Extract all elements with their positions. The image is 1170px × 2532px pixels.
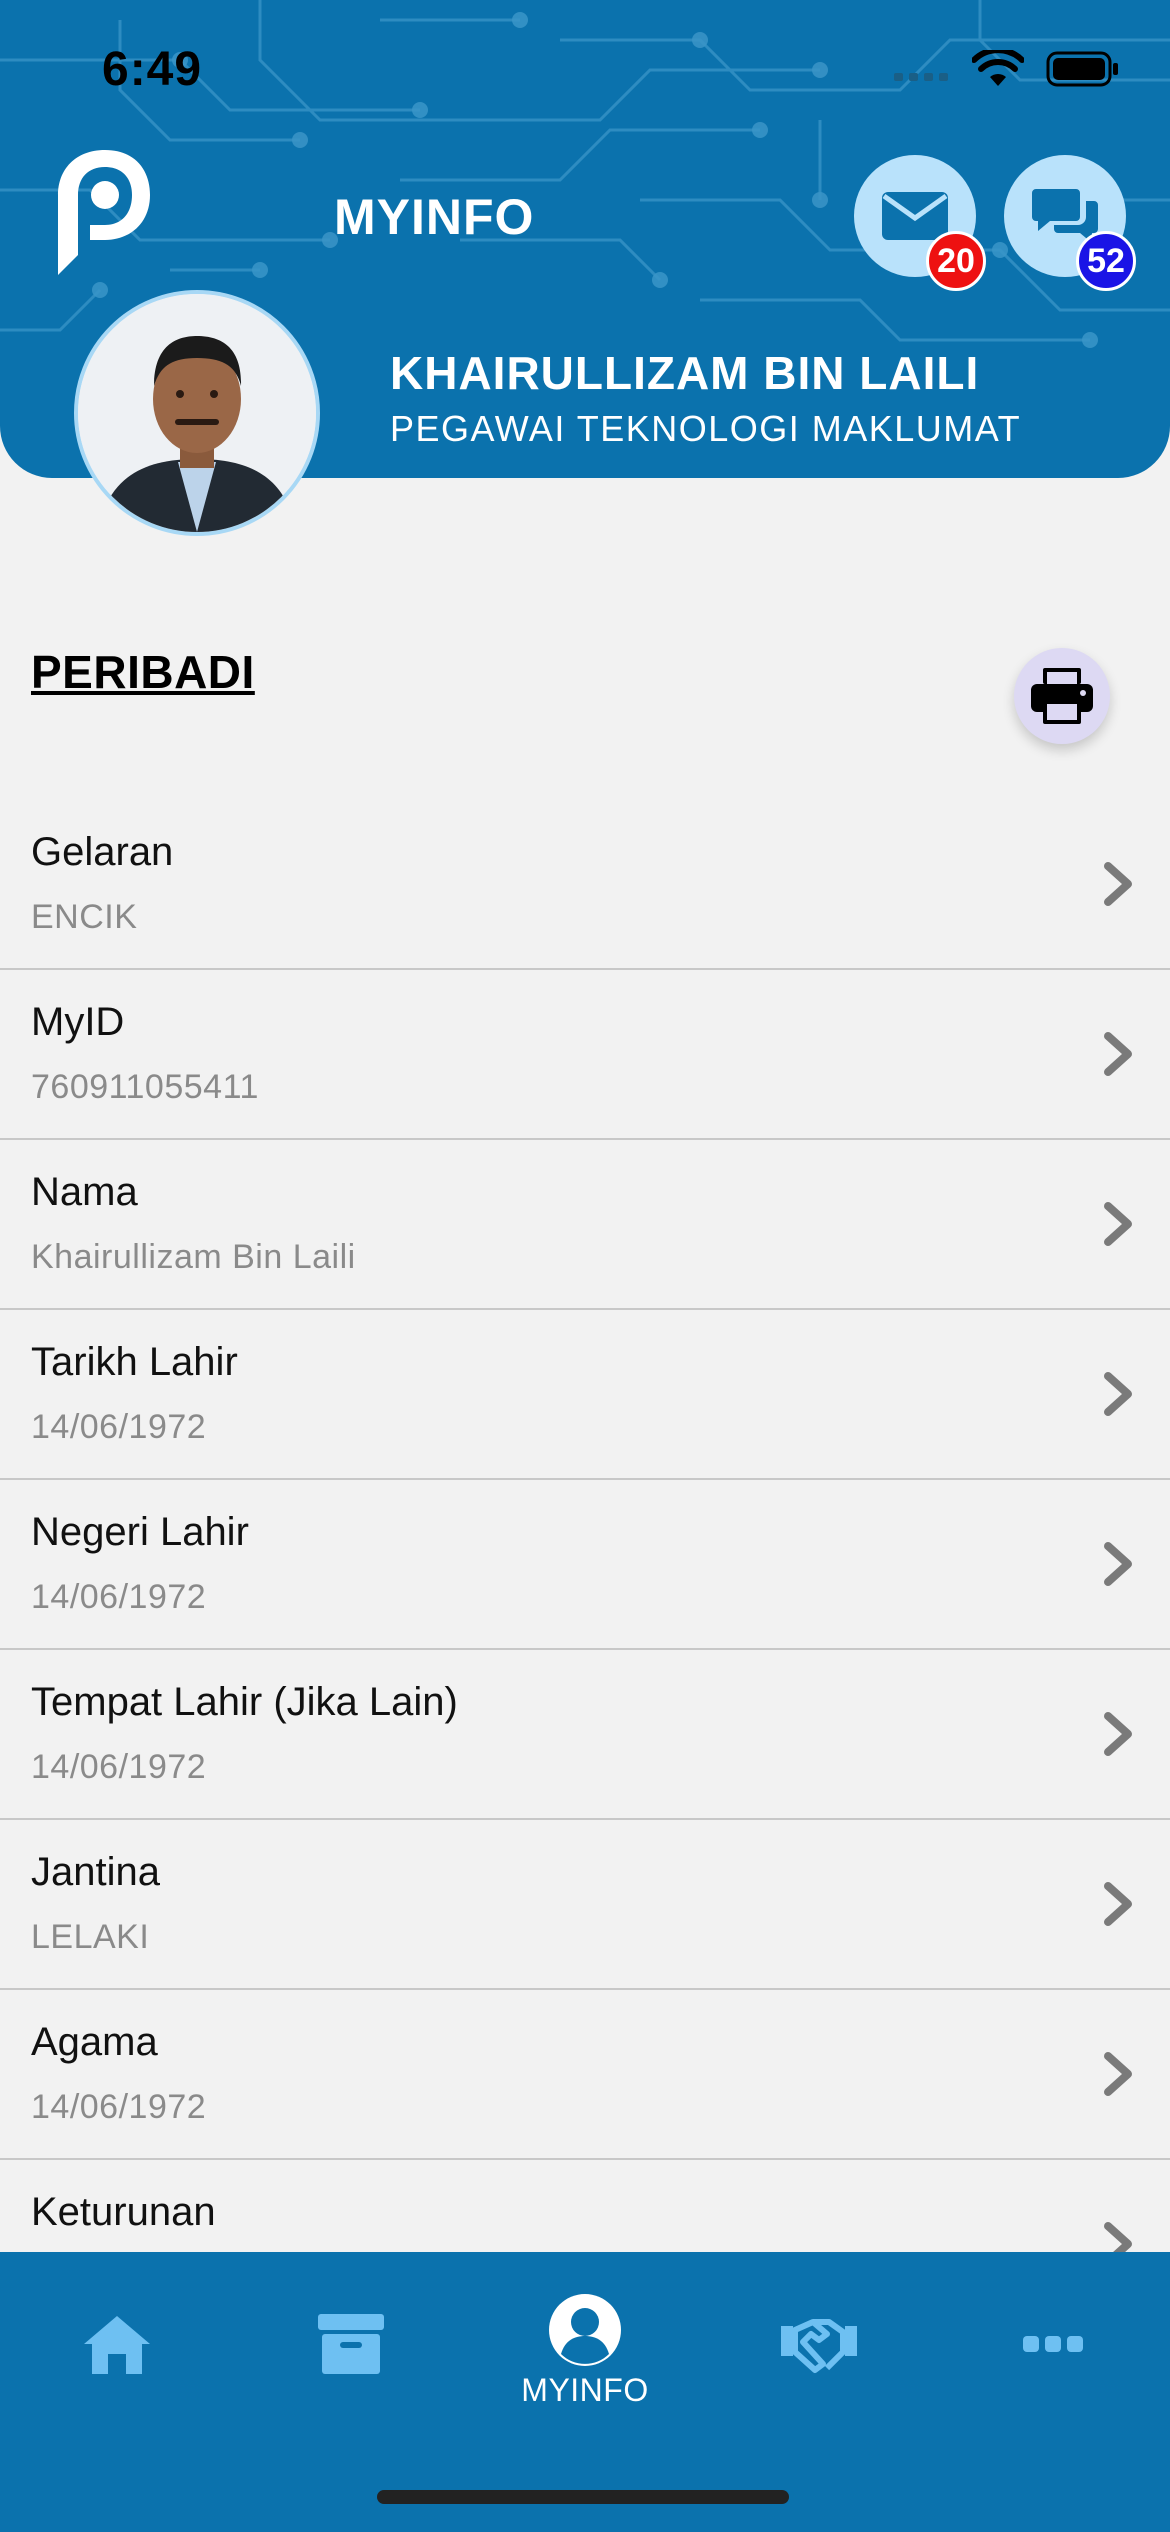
field-label: Gelaran [31,830,174,874]
list-item[interactable]: Jantina LELAKI [0,1820,1170,1990]
handshake-icon [781,2319,857,2373]
list-item[interactable]: Agama 14/06/1972 [0,1990,1170,2160]
archive-icon [318,2314,384,2374]
field-value: Khairullizam Bin Laili [31,1238,356,1276]
info-list: Gelaran ENCIK MyID 760911055411 Nama Kha… [0,800,1170,2330]
field-label: Agama [31,2020,158,2064]
field-value: 14/06/1972 [31,1748,207,1786]
tab-more[interactable] [983,2312,1123,2432]
field-label: Nama [31,1170,138,1214]
app-logo [58,150,150,275]
field-label: Negeri Lahir [31,1510,249,1554]
field-value: 14/06/1972 [31,2088,207,2126]
chevron-right-icon [1104,862,1132,906]
signal-icon [894,73,948,81]
section-title: PERIBADI [31,646,255,698]
field-label: MyID [31,1000,125,1044]
field-label: Keturunan [31,2190,216,2234]
field-value: 14/06/1972 [31,1578,207,1616]
mail-count-badge: 20 [926,231,986,291]
field-value: 760911055411 [31,1068,259,1106]
tab-label: MYINFO [521,2372,649,2408]
field-label: Tempat Lahir (Jika Lain) [31,1680,458,1724]
more-icon [1023,2336,1083,2352]
tab-home[interactable] [47,2312,187,2432]
list-item[interactable]: Gelaran ENCIK [0,800,1170,970]
user-role: PEGAWAI TEKNOLOGI MAKLUMAT [390,408,1022,449]
list-item[interactable]: Negeri Lahir 14/06/1972 [0,1480,1170,1650]
chevron-right-icon [1104,1882,1132,1926]
home-indicator [377,2490,789,2504]
tab-handshake[interactable] [749,2312,889,2432]
home-icon [84,2316,150,2374]
field-value: ENCIK [31,898,138,936]
user-name: KHAIRULLIZAM BIN LAILI [390,347,980,399]
field-value: 14/06/1972 [31,1408,207,1446]
field-value: LELAKI [31,1918,150,1956]
chevron-right-icon [1104,1202,1132,1246]
print-button[interactable] [1014,648,1110,744]
tab-myinfo[interactable]: MYINFO [515,2292,655,2412]
chevron-right-icon [1104,1542,1132,1586]
mail-icon [882,192,948,240]
mail-button[interactable]: 20 [854,155,986,291]
list-item[interactable]: Tarikh Lahir 14/06/1972 [0,1310,1170,1480]
wifi-icon [972,50,1024,86]
status-icons [894,50,1120,88]
chevron-right-icon [1104,1712,1132,1756]
list-item[interactable]: MyID 760911055411 [0,970,1170,1140]
list-item[interactable]: Nama Khairullizam Bin Laili [0,1140,1170,1310]
tab-archive[interactable] [281,2312,421,2432]
list-item[interactable]: Tempat Lahir (Jika Lain) 14/06/1972 [0,1650,1170,1820]
profile-photo [78,294,316,532]
field-label: Tarikh Lahir [31,1340,238,1384]
battery-icon [1046,51,1118,87]
field-label: Jantina [31,1850,160,1894]
chat-button[interactable]: 52 [1004,155,1136,291]
user-icon [549,2294,621,2366]
chevron-right-icon [1104,1032,1132,1076]
avatar[interactable] [74,290,320,536]
page-title: MYINFO [334,189,535,245]
chevron-right-icon [1104,1372,1132,1416]
chevron-right-icon [1104,2052,1132,2096]
chat-count-badge: 52 [1076,231,1136,291]
status-time: 6:49 [102,43,203,96]
print-icon [1031,668,1093,724]
